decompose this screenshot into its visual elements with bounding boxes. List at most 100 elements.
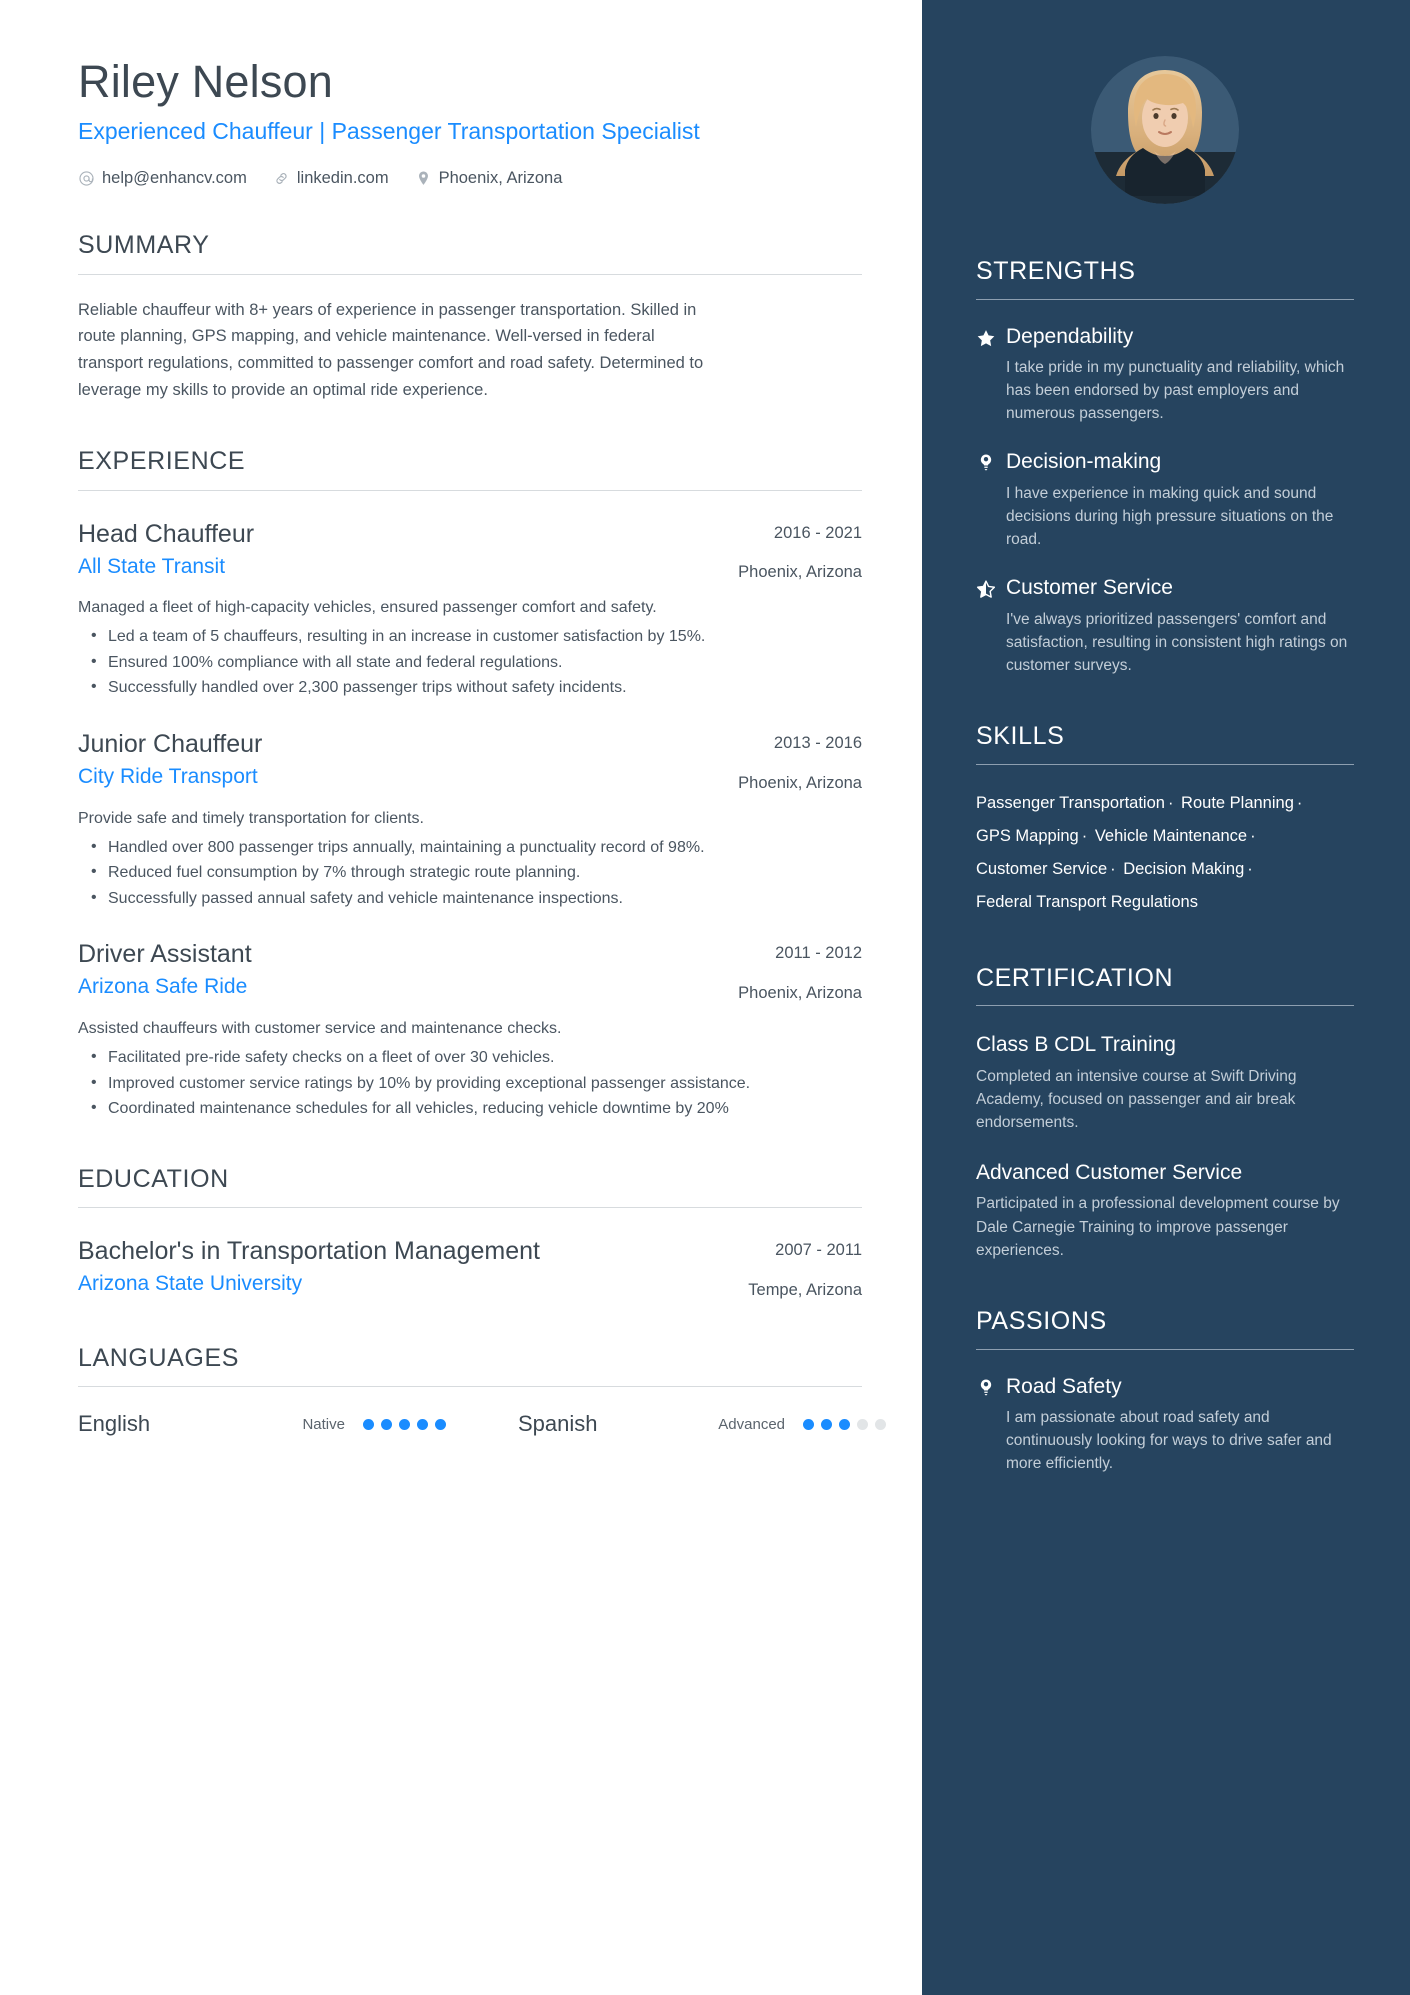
section-strengths: STRENGTHS Dependability I take pride in … (976, 257, 1354, 677)
language-level: Advanced (718, 1415, 785, 1433)
rating-dot (857, 1418, 868, 1430)
professional-headline: Experienced Chauffeur | Passenger Transp… (78, 118, 700, 145)
rating-dot (821, 1418, 832, 1430)
rating-dot (399, 1418, 410, 1430)
sidebar: STRENGTHS Dependability I take pride in … (920, 0, 1410, 1995)
certification-item: Advanced Customer Service Participated i… (976, 1160, 1354, 1262)
list-item: Facilitated pre-ride safety checks on a … (78, 1044, 862, 1071)
lightbulb-icon (976, 1374, 1006, 1398)
skill-tag: Passenger Transportation (976, 793, 1165, 812)
passion-description: I am passionate about road safety and co… (1006, 1408, 1332, 1473)
strength-description: I have experience in making quick and so… (1006, 484, 1334, 549)
rating-dot (435, 1418, 446, 1430)
company-name[interactable]: All State Transit (78, 554, 720, 579)
avatar (1091, 56, 1239, 204)
section-title-experience: EXPERIENCE (78, 447, 246, 476)
lightbulb-icon (976, 449, 1006, 473)
strength-item: Customer Service I've always prioritized… (976, 575, 1354, 677)
divider (78, 1386, 862, 1388)
school-name[interactable]: Arizona State University (78, 1271, 730, 1296)
link-icon (273, 170, 290, 187)
job-description: Provide safe and timely transportation f… (78, 809, 424, 827)
section-title-certification: CERTIFICATION (976, 963, 1174, 992)
skill-tag: Federal Transport Regulations (976, 892, 1198, 911)
language-rating-english (363, 1418, 446, 1430)
skill-tag: GPS Mapping (976, 826, 1079, 845)
degree-title: Bachelor's in Transportation Management (78, 1237, 540, 1266)
divider (976, 763, 1354, 765)
education-location: Tempe, Arizona (748, 1281, 862, 1300)
language-name: Spanish (518, 1411, 598, 1437)
certification-description: Participated in a professional developme… (976, 1195, 1340, 1259)
strength-item: Dependability I take pride in my punctua… (976, 324, 1354, 426)
section-title-strengths: STRENGTHS (976, 257, 1136, 285)
job-location: Phoenix, Arizona (738, 984, 862, 1003)
rating-dot (417, 1418, 428, 1430)
star-half-icon (976, 575, 1006, 599)
job-location: Phoenix, Arizona (738, 563, 862, 582)
section-education: EDUCATION Bachelor's in Transportation M… (78, 1165, 862, 1301)
rating-dot (803, 1418, 814, 1430)
experience-entry: Junior Chauffeur City Ride Transport 201… (78, 729, 862, 911)
job-dates: 2013 - 2016 (773, 734, 862, 753)
section-passions: PASSIONS Road Safety I am passionate abo… (976, 1308, 1354, 1475)
section-certification: CERTIFICATION Class B CDL Training Compl… (976, 963, 1354, 1262)
job-location: Phoenix, Arizona (738, 773, 862, 792)
language-rating-spanish (803, 1418, 886, 1430)
section-title-summary: SUMMARY (78, 231, 210, 260)
company-name[interactable]: City Ride Transport (78, 764, 720, 789)
job-bullets: Led a team of 5 chauffeurs, resulting in… (78, 623, 862, 701)
company-name[interactable]: Arizona Safe Ride (78, 974, 720, 999)
column-divider (920, 0, 922, 1995)
section-skills: SKILLS Passenger Transportation · Route P… (976, 723, 1354, 919)
divider (976, 1348, 1354, 1350)
rating-dot (875, 1418, 886, 1430)
skill-separator: · (1167, 793, 1174, 812)
job-bullets: Handled over 800 passenger trips annuall… (78, 834, 862, 912)
section-title-skills: SKILLS (976, 722, 1065, 751)
skill-separator: · (1110, 859, 1116, 878)
certification-name: Advanced Customer Service (976, 1161, 1243, 1185)
contact-linkedin[interactable]: linkedin.com (273, 169, 389, 188)
location-pin-icon (415, 170, 432, 187)
skill-separator: · (1247, 859, 1253, 878)
main-column: Riley Nelson Experienced Chauffeur | Pas… (0, 0, 920, 1995)
job-dates: 2016 - 2021 (773, 523, 862, 542)
list-item: Improved customer service ratings by 10%… (78, 1070, 862, 1097)
divider (78, 489, 862, 491)
language-name: English (78, 1411, 151, 1437)
experience-entry: Head Chauffeur All State Transit 2016 - … (78, 519, 862, 701)
contact-email-text: help@enhancv.com (102, 169, 247, 188)
skill-tag: Vehicle Maintenance (1094, 826, 1248, 845)
passion-item: Road Safety I am passionate about road s… (976, 1374, 1354, 1476)
strength-name: Decision-making (1006, 450, 1162, 474)
list-item: Reduced fuel consumption by 7% through s… (78, 859, 862, 886)
contact-row: help@enhancv.com linkedin.com Phoenix, A… (78, 169, 862, 188)
education-entry: Bachelor's in Transportation Management … (78, 1236, 862, 1301)
rating-dot (381, 1418, 392, 1430)
strength-name: Customer Service (1006, 576, 1173, 600)
section-summary: SUMMARY Reliable chauffeur with 8+ years… (78, 232, 862, 404)
job-title: Head Chauffeur (78, 519, 255, 548)
star-filled-icon (976, 324, 1006, 348)
contact-location-text: Phoenix, Arizona (438, 169, 563, 188)
list-item: Successfully handled over 2,300 passenge… (78, 674, 862, 701)
divider (976, 298, 1354, 300)
resume-page: Riley Nelson Experienced Chauffeur | Pas… (0, 0, 1410, 1995)
certification-description: Completed an intensive course at Swift D… (976, 1067, 1297, 1132)
section-languages: LANGUAGES English Native Spanish Advance… (78, 1343, 886, 1438)
list-item: Handled over 800 passenger trips annuall… (78, 834, 862, 861)
job-bullets: Facilitated pre-ride safety checks on a … (78, 1044, 862, 1122)
rating-dot (839, 1418, 850, 1430)
contact-email[interactable]: help@enhancv.com (78, 169, 247, 188)
job-description: Assisted chauffeurs with customer servic… (78, 1019, 562, 1037)
languages-row: English Native Spanish Advanced (78, 1411, 886, 1437)
skill-tag: Customer Service (976, 859, 1108, 878)
job-title: Driver Assistant (78, 940, 252, 969)
skill-separator: · (1250, 826, 1256, 845)
section-title-languages: LANGUAGES (78, 1343, 240, 1372)
skill-tag: Route Planning (1181, 793, 1294, 812)
divider (78, 273, 862, 275)
contact-location: Phoenix, Arizona (415, 169, 563, 188)
experience-entry: Driver Assistant Arizona Safe Ride 2011 … (78, 939, 862, 1121)
